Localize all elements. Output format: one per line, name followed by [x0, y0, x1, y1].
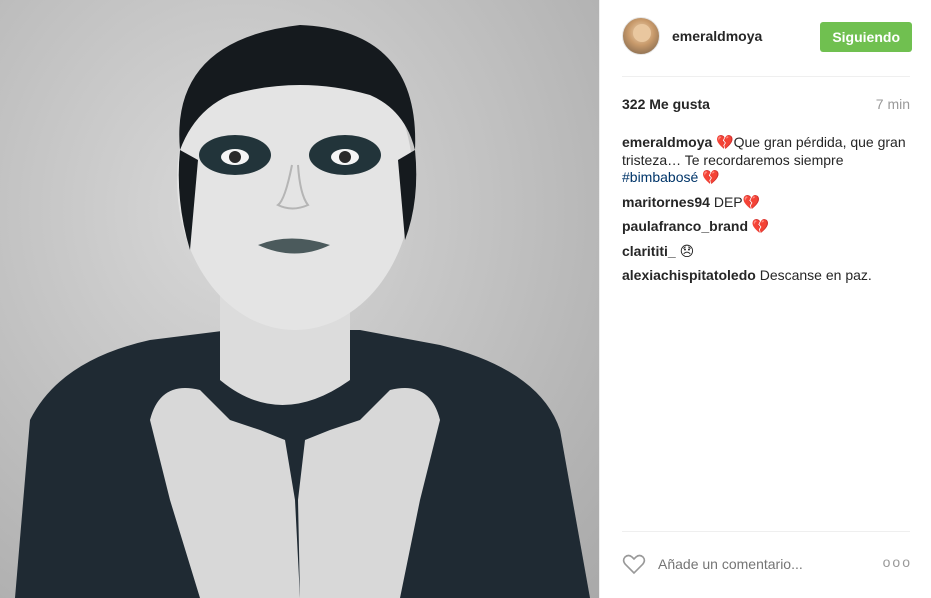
more-options-icon[interactable]: ooo — [883, 554, 912, 570]
likes-count[interactable]: 322 Me gusta — [622, 96, 710, 112]
comment-username[interactable]: maritornes94 — [622, 194, 710, 210]
comment-item: clarititi_ 😞 — [622, 243, 910, 261]
comment-username[interactable]: emeraldmoya — [622, 134, 712, 150]
header-divider — [622, 76, 910, 77]
hashtag-link[interactable]: #bimbabosé — [622, 169, 698, 185]
comment-item: maritornes94 DEP💔 — [622, 194, 910, 212]
post-sidebar: emeraldmoya Siguiendo 322 Me gusta 7 min… — [599, 0, 931, 598]
comment-list: emeraldmoya 💔Que gran pérdida, que gran … — [622, 134, 910, 292]
comment-text: 💔 — [748, 218, 770, 234]
heart-outline-icon[interactable] — [622, 552, 646, 576]
likes-row: 322 Me gusta 7 min — [622, 96, 910, 116]
comment-item: emeraldmoya 💔Que gran pérdida, que gran … — [622, 134, 910, 187]
comment-username[interactable]: paulafranco_brand — [622, 218, 748, 234]
post-time[interactable]: 7 min — [876, 96, 910, 112]
comment-username[interactable]: clarititi_ — [622, 243, 676, 259]
comment-text: DEP💔 — [709, 193, 761, 210]
footer-divider — [622, 531, 910, 532]
comment-text: 😞 — [675, 242, 695, 259]
comment-item: paulafranco_brand 💔 — [622, 218, 910, 236]
following-button[interactable]: Siguiendo — [820, 22, 912, 52]
comment-footer: ooo — [622, 548, 912, 580]
avatar[interactable] — [622, 17, 660, 55]
post-photo[interactable] — [0, 0, 599, 598]
comment-text: Descanse en paz. — [755, 267, 872, 283]
username-link[interactable]: emeraldmoya — [672, 28, 762, 44]
portrait-illustration — [15, 25, 590, 598]
comment-emoji: 💔 — [698, 169, 720, 185]
comment-username[interactable]: alexiachispitatoledo — [622, 267, 756, 283]
comment-item: alexiachispitatoledo Descanse en paz. — [622, 267, 910, 285]
post-header: emeraldmoya Siguiendo — [622, 14, 912, 58]
comment-input[interactable] — [658, 556, 858, 572]
instagram-post: emeraldmoya Siguiendo 322 Me gusta 7 min… — [0, 0, 931, 598]
